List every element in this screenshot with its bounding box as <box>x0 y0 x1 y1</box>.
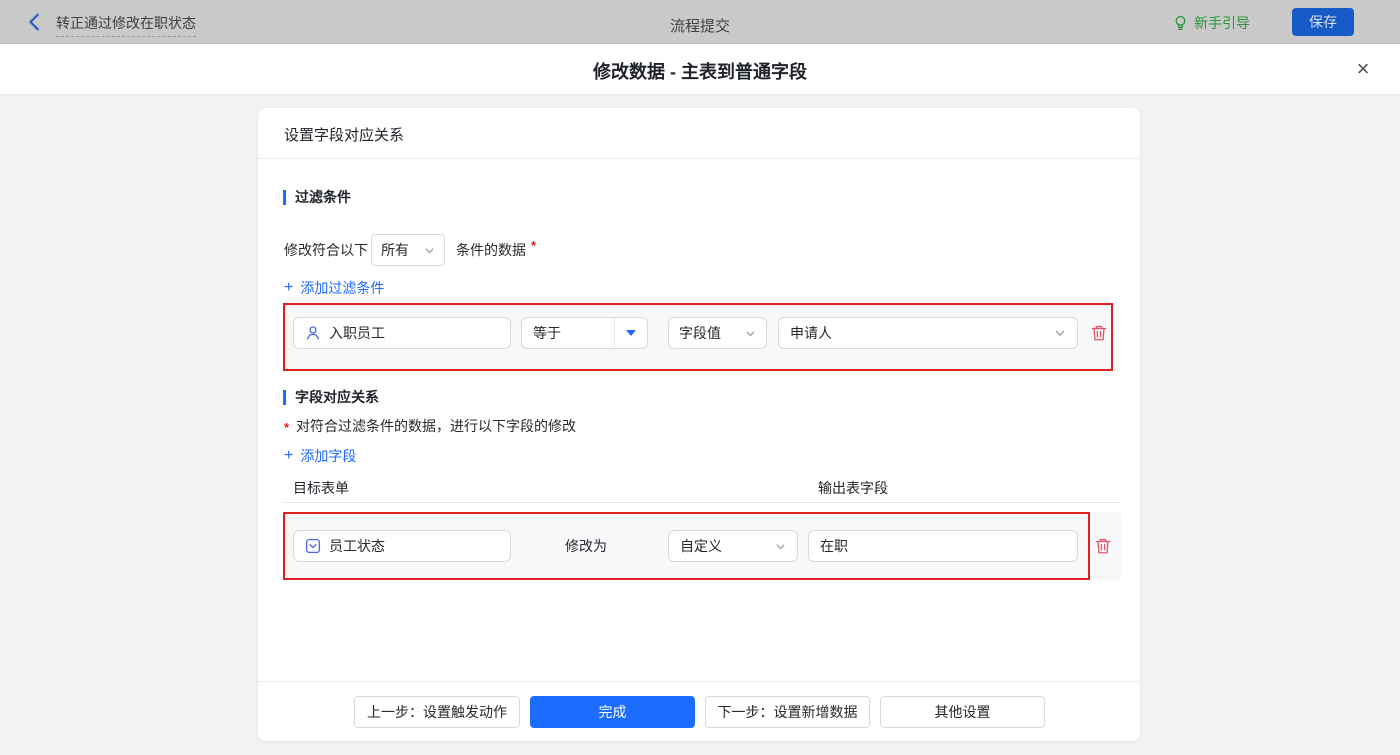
table-header-divider <box>283 502 1121 503</box>
match-scope-select[interactable]: 所有 <box>371 234 445 266</box>
delete-filter-row-button[interactable] <box>1089 324 1109 344</box>
lightbulb-icon <box>1175 15 1186 30</box>
operator-caret-button[interactable] <box>614 318 647 348</box>
screen: 转正通过修改在职状态 流程提交 新手引导 保存 修改数据 - 主表到普通字段 ×… <box>0 0 1400 755</box>
select-field-type-icon <box>305 538 321 554</box>
topbar-center-title: 流程提交 <box>669 18 731 35</box>
chevron-left-icon <box>29 13 39 31</box>
chevron-down-icon <box>425 247 434 253</box>
chevron-down-icon <box>1055 330 1065 337</box>
chevron-down-icon <box>746 330 755 336</box>
person-icon <box>306 326 320 340</box>
output-value-input[interactable] <box>808 530 1078 562</box>
section-bar <box>283 389 286 405</box>
plus-icon: + <box>284 447 294 464</box>
modal-body: 设置字段对应关系 过滤条件 修改符合以下 所有 条件的数据 * + 添加过滤条件 <box>0 95 1400 755</box>
modify-to-label: 修改为 <box>565 538 607 554</box>
chevron-down-icon <box>776 543 785 549</box>
trash-icon <box>1095 538 1111 554</box>
flow-name[interactable]: 转正通过修改在职状态 <box>56 13 196 37</box>
other-settings-button[interactable]: 其他设置 <box>880 696 1045 728</box>
topbar: 转正通过修改在职状态 流程提交 新手引导 保存 <box>0 0 1400 44</box>
operator-select[interactable]: 等于 <box>521 317 648 349</box>
match-prefix-label: 修改符合以下 <box>284 242 368 258</box>
trash-icon <box>1091 325 1107 341</box>
caret-down-icon <box>626 330 636 336</box>
output-value-text[interactable] <box>820 538 1066 554</box>
plus-icon: + <box>284 279 294 296</box>
divider <box>258 158 1140 159</box>
delete-mapping-row-button[interactable] <box>1093 537 1113 557</box>
back-button[interactable] <box>26 13 44 31</box>
value-type-select[interactable]: 字段值 <box>668 317 767 349</box>
filter-section-title: 过滤条件 <box>283 189 351 205</box>
prev-step-button[interactable]: 上一步：设置触发动作 <box>354 696 520 728</box>
required-mark: * <box>531 238 537 253</box>
add-filter-condition-link[interactable]: + 添加过滤条件 <box>284 278 384 298</box>
settings-card: 设置字段对应关系 过滤条件 修改符合以下 所有 条件的数据 * + 添加过滤条件 <box>258 108 1140 741</box>
save-button[interactable]: 保存 <box>1292 8 1354 36</box>
match-suffix-label: 条件的数据 <box>456 242 526 258</box>
column-header-target-form: 目标表单 <box>293 480 349 496</box>
footer-divider <box>258 681 1140 682</box>
modal-header: 修改数据 - 主表到普通字段 × <box>0 44 1400 95</box>
filter-field-select[interactable]: 入职员工 <box>293 317 511 349</box>
next-step-button[interactable]: 下一步：设置新增数据 <box>705 696 870 728</box>
newbie-guide-button[interactable]: 新手引导 <box>1173 13 1250 33</box>
value-select[interactable]: 申请人 <box>778 317 1078 349</box>
card-title: 设置字段对应关系 <box>284 127 405 144</box>
newbie-guide-label: 新手引导 <box>1194 15 1250 31</box>
section-bar <box>283 189 286 205</box>
mapping-section-title: 字段对应关系 <box>283 389 379 405</box>
required-mark: * <box>284 420 290 435</box>
add-field-link[interactable]: + 添加字段 <box>284 446 356 466</box>
column-header-output-field: 输出表字段 <box>818 480 888 496</box>
close-icon[interactable]: × <box>1350 56 1376 82</box>
value-mode-select[interactable]: 自定义 <box>668 530 798 562</box>
modal-title: 修改数据 - 主表到普通字段 <box>593 62 807 82</box>
mapping-desc: 对符合过滤条件的数据，进行以下字段的修改 <box>296 418 576 434</box>
target-field-select[interactable]: 员工状态 <box>293 530 511 562</box>
done-button[interactable]: 完成 <box>530 696 695 728</box>
